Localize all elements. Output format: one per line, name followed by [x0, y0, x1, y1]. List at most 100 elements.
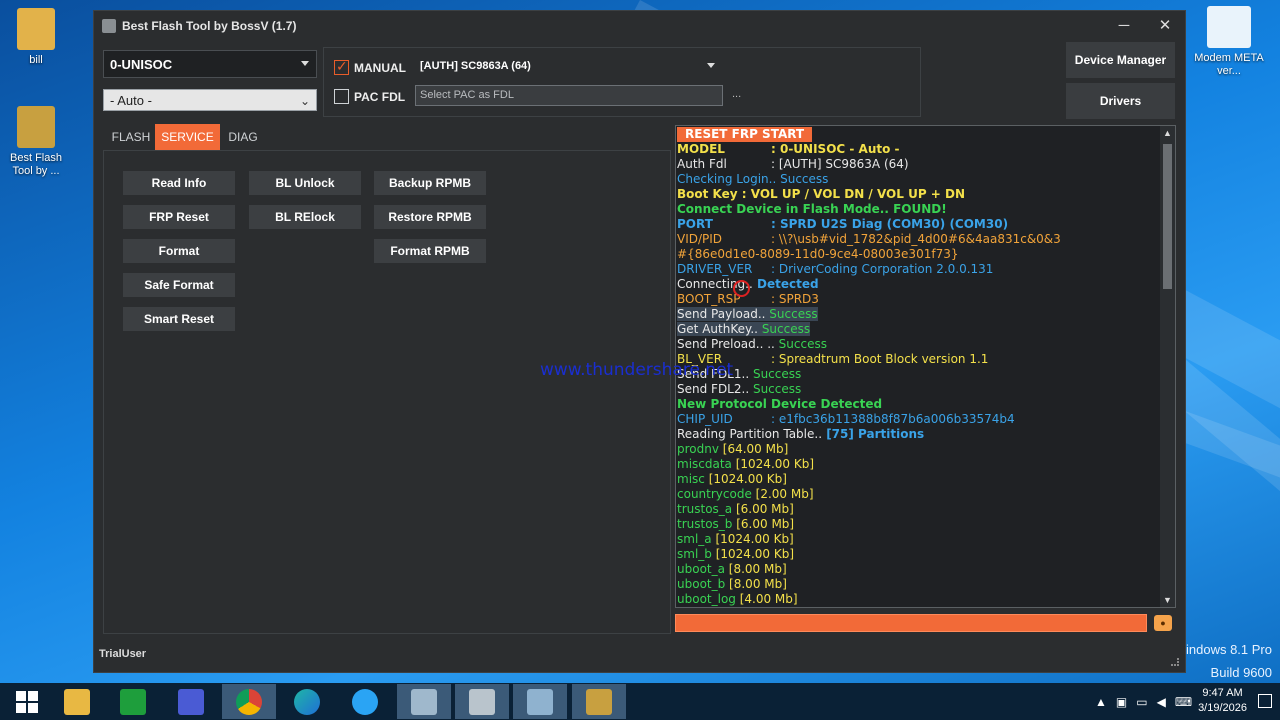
- log-text: miscdata: [677, 457, 732, 471]
- bl-relock-button[interactable]: BL RElock: [249, 205, 361, 229]
- log-line: Send FDL1.. Success: [677, 367, 1159, 382]
- stop-icon[interactable]: ●: [1154, 615, 1172, 631]
- backup-rpmb-button[interactable]: Backup RPMB: [374, 171, 486, 195]
- os-build-text: Build 9600: [1210, 665, 1272, 680]
- network-icon[interactable]: ▣: [1116, 695, 1127, 709]
- close-button[interactable]: ✕: [1151, 15, 1179, 37]
- log-text: uboot_log: [677, 592, 736, 606]
- log-text: Get AuthKey..: [677, 322, 758, 336]
- log-line: MODEL: 0-UNISOC - Auto -: [677, 142, 1159, 157]
- log-line: trustos_a [6.00 Mb]: [677, 502, 1159, 517]
- log-key: MODEL: [677, 142, 725, 156]
- log-text: sml_b: [677, 547, 712, 561]
- minimize-button[interactable]: ─: [1110, 15, 1138, 37]
- log-output[interactable]: RESET FRP START MODEL: 0-UNISOC - Auto -…: [675, 125, 1176, 608]
- mode-select[interactable]: - Auto - ⌄: [103, 89, 317, 111]
- system-tray: ▲ ▣ ▭ ◀ ⌨: [1095, 683, 1192, 720]
- taskbar-store[interactable]: [106, 684, 160, 719]
- clock-time: 9:47 AM: [1202, 687, 1243, 699]
- cursor-highlight-ring: [733, 280, 750, 297]
- pac-fdl-checkbox[interactable]: [334, 89, 349, 104]
- format-rpmb-button[interactable]: Format RPMB: [374, 239, 486, 263]
- log-line: countrycode [2.00 Mb]: [677, 487, 1159, 502]
- log-text: trustos_a: [677, 502, 733, 516]
- log-status: [6.00 Mb]: [732, 502, 794, 516]
- chevron-down-icon: [301, 61, 309, 66]
- desktop-icon-bill[interactable]: bill: [0, 8, 72, 67]
- pac-fdl-input[interactable]: Select PAC as FDL: [415, 85, 723, 106]
- log-text: Send FDL2..: [677, 382, 750, 396]
- log-lines: RESET FRP START MODEL: 0-UNISOC - Auto -…: [677, 127, 1159, 607]
- log-line: uboot_a [8.00 Mb]: [677, 562, 1159, 577]
- volume-icon[interactable]: ◀: [1157, 695, 1166, 709]
- taskbar: ▲ ▣ ▭ ◀ ⌨ 9:47 AM 3/19/2026: [0, 683, 1280, 720]
- bl-unlock-button[interactable]: BL Unlock: [249, 171, 361, 195]
- taskbar-app-1[interactable]: [397, 684, 451, 719]
- resize-grip[interactable]: [1171, 658, 1179, 666]
- device-manager-button[interactable]: Device Manager: [1066, 42, 1175, 78]
- drivers-button[interactable]: Drivers: [1066, 83, 1175, 119]
- log-key: BOOT_RSP: [677, 292, 741, 306]
- app-icon-3: [527, 688, 553, 715]
- notifications-icon[interactable]: [1258, 694, 1272, 708]
- clock[interactable]: 9:47 AM 3/19/2026: [1198, 686, 1247, 716]
- log-status: [1024.00 Kb]: [704, 472, 787, 486]
- log-line: Send Payload.. Success: [677, 307, 1159, 322]
- format-button[interactable]: Format: [123, 239, 235, 263]
- scroll-thumb[interactable]: [1163, 144, 1172, 289]
- restore-rpmb-button[interactable]: Restore RPMB: [374, 205, 486, 229]
- desktop-icon-modem-meta[interactable]: Modem META ver...: [1193, 6, 1265, 78]
- log-status: [8.00 Mb]: [725, 577, 787, 591]
- tray-expand-icon[interactable]: ▲: [1095, 695, 1107, 709]
- taskbar-settings[interactable]: [164, 684, 218, 719]
- battery-icon[interactable]: ▭: [1136, 695, 1147, 709]
- log-status: Detected: [752, 277, 819, 291]
- os-edition-text: indows 8.1 Pro: [1186, 642, 1272, 657]
- settings-icon: [178, 688, 204, 715]
- taskbar-best-flash-tool[interactable]: [572, 684, 626, 719]
- taskbar-file-explorer[interactable]: [50, 684, 104, 719]
- log-line: Boot Key : VOL UP / VOL DN / VOL UP + DN: [677, 187, 1159, 202]
- taskbar-ie[interactable]: [338, 684, 392, 719]
- log-text: sml_a: [677, 532, 712, 546]
- log-text: Reading Partition Table..: [677, 427, 823, 441]
- taskbar-app-2[interactable]: [455, 684, 509, 719]
- tab-service[interactable]: SERVICE: [155, 124, 220, 150]
- log-banner: RESET FRP START: [677, 127, 813, 142]
- platform-select[interactable]: 0-UNISOC: [103, 50, 317, 78]
- log-line: VID/PID: \\?\usb#vid_1782&pid_4d00#6&4aa…: [677, 232, 1159, 247]
- title-bar[interactable]: Best Flash Tool by BossV (1.7) ─ ✕: [94, 11, 1185, 41]
- read-info-button[interactable]: Read Info: [123, 171, 235, 195]
- log-scrollbar[interactable]: ▲ ▼: [1160, 126, 1175, 607]
- log-status: Success: [758, 322, 811, 336]
- browse-pac-button[interactable]: ...: [732, 88, 741, 100]
- start-button[interactable]: [0, 684, 54, 719]
- platform-select-value: 0-UNISOC: [110, 56, 173, 72]
- taskbar-edge[interactable]: [280, 684, 334, 719]
- tab-flash[interactable]: FLASH: [107, 124, 155, 150]
- scroll-up-icon[interactable]: ▲: [1160, 128, 1175, 138]
- manual-fdl-select[interactable]: [AUTH] SC9863A (64): [413, 54, 723, 78]
- log-text: Connect Device in Flash Mode.. FOUND!: [677, 202, 947, 216]
- log-line: uboot_b [8.00 Mb]: [677, 577, 1159, 592]
- log-status: Success: [776, 172, 829, 186]
- log-text: countrycode: [677, 487, 752, 501]
- app-window: Best Flash Tool by BossV (1.7) ─ ✕ 0-UNI…: [93, 10, 1186, 673]
- log-text: uboot_b: [677, 577, 726, 591]
- desktop-icon-best-flash-tool[interactable]: Best Flash Tool by ...: [0, 106, 72, 178]
- taskbar-chrome[interactable]: [222, 684, 276, 719]
- scroll-down-icon[interactable]: ▼: [1160, 595, 1175, 605]
- frp-reset-button[interactable]: FRP Reset: [123, 205, 235, 229]
- log-text: prodnv: [677, 442, 719, 456]
- log-key: CHIP_UID: [677, 412, 733, 426]
- smart-reset-button[interactable]: Smart Reset: [123, 307, 235, 331]
- safe-format-button[interactable]: Safe Format: [123, 273, 235, 297]
- tab-diag[interactable]: DIAG: [220, 124, 266, 150]
- log-text: misc: [677, 472, 705, 486]
- app-icon-2: [469, 688, 495, 715]
- log-status: Success: [765, 307, 818, 321]
- keyboard-icon[interactable]: ⌨: [1175, 695, 1192, 709]
- taskbar-app-3[interactable]: [513, 684, 567, 719]
- manual-checkbox[interactable]: [334, 58, 349, 75]
- desktop-icon-label: Modem META ver...: [1194, 52, 1264, 77]
